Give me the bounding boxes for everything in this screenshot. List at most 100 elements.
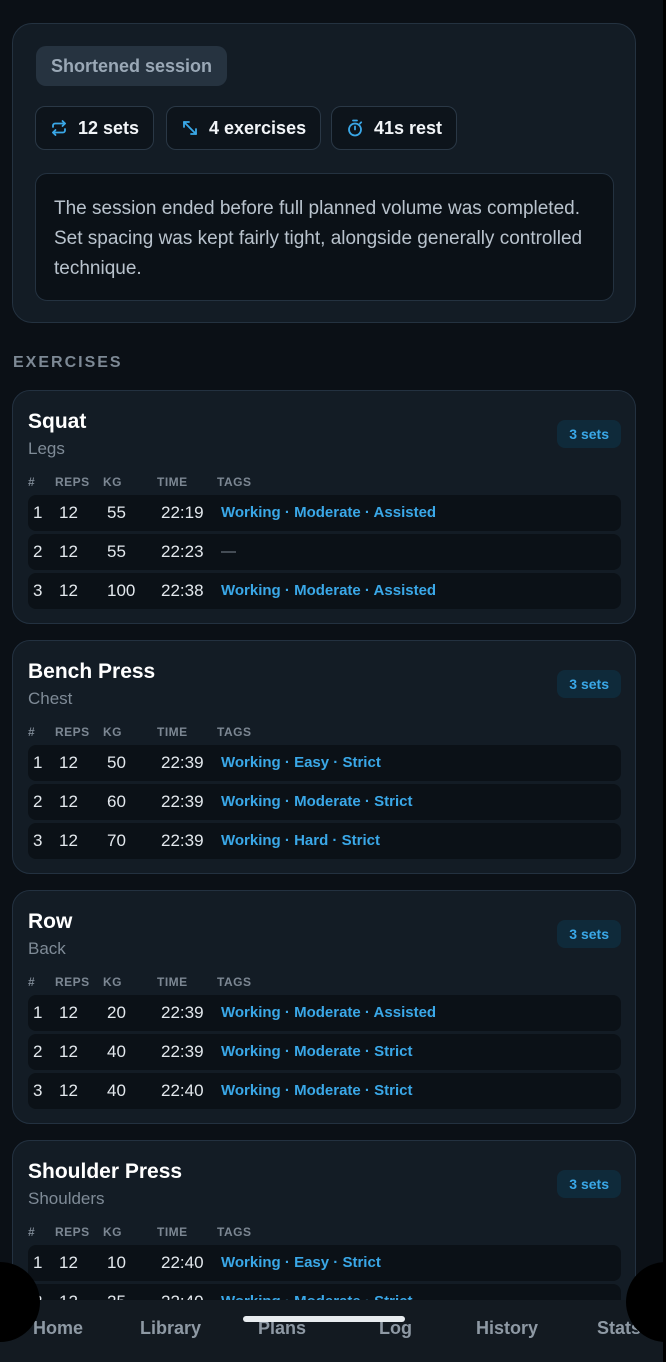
set-reps: 12 — [59, 1253, 78, 1272]
sets-stat-chip: 12 sets — [35, 106, 155, 150]
sets-stat-label: 12 sets — [78, 117, 140, 138]
set-tags: Working · Moderate · Assisted — [221, 995, 436, 1031]
set-tags: — — [221, 534, 236, 570]
set-weight: 50 — [107, 753, 126, 772]
column-header-reps: REPS — [55, 975, 90, 989]
set-reps: 12 — [59, 792, 78, 811]
set-row[interactable]: 3 12 100 22:38 Working · Moderate · Assisted — [28, 573, 621, 609]
exercise-card[interactable]: Shoulder Press Shoulders 3 sets # REPS KG TIME… — [12, 1140, 636, 1300]
nav-item-history[interactable]: History — [476, 1318, 538, 1339]
set-row[interactable]: 1 12 10 22:40 Working · Easy · Strict — [28, 1245, 621, 1281]
exercise-name: Bench Press — [28, 660, 156, 683]
column-header-time: TIME — [157, 1225, 188, 1239]
set-time: 22:40 — [161, 1253, 204, 1272]
set-number: 1 — [33, 1253, 43, 1272]
set-number: 2 — [33, 792, 43, 811]
set-tag: Moderate — [294, 1004, 361, 1021]
column-header-tags: TAGS — [217, 975, 252, 989]
set-tag: Working — [221, 1293, 281, 1300]
set-row[interactable]: 3 12 40 22:40 Working · Moderate · Strict — [28, 1073, 621, 1109]
exercise-muscle-group: Chest — [28, 689, 73, 708]
sets-count-badge: 3 sets — [557, 670, 621, 698]
tag-separator: · — [360, 504, 374, 521]
set-reps: 12 — [59, 581, 78, 600]
set-tag: Assisted — [373, 504, 437, 521]
column-header-reps: REPS — [55, 725, 90, 739]
tag-separator: · — [360, 582, 374, 599]
tag-separator: · — [360, 1004, 374, 1021]
tag-separator: · — [280, 754, 295, 771]
empty-tags: — — [221, 543, 236, 560]
nav-item-library[interactable]: Library — [140, 1318, 201, 1339]
set-tags: Working · Moderate · Strict — [221, 1284, 412, 1300]
workout-session-screen: Shortened session 12 sets 4 exercises 41… — [0, 0, 666, 1362]
column-header-time: TIME — [157, 725, 188, 739]
set-row[interactable]: 1 12 20 22:39 Working · Moderate · Assisted — [28, 995, 621, 1031]
set-row[interactable]: 3 12 70 22:39 Working · Hard · Strict — [28, 823, 621, 859]
session-scroll-area[interactable]: Shortened session 12 sets 4 exercises 41… — [0, 0, 666, 1300]
set-tags: Working · Easy · Strict — [221, 1245, 381, 1281]
sets-count-badge: 3 sets — [557, 1170, 621, 1198]
tag-separator: · — [280, 793, 295, 810]
set-row[interactable]: 2 12 60 22:39 Working · Moderate · Strict — [28, 784, 621, 820]
exercise-card[interactable]: Bench Press Chest 3 sets # REPS KG TIME TAGS 1 12… — [12, 640, 636, 874]
column-header-time: TIME — [157, 475, 188, 489]
sets-count-badge: 3 sets — [557, 920, 621, 948]
exercise-muscle-group: Legs — [28, 439, 65, 458]
set-tag: Easy — [294, 1254, 330, 1271]
column-header-kg: KG — [103, 975, 122, 989]
set-weight: 20 — [107, 1003, 126, 1022]
set-reps: 12 — [59, 542, 78, 561]
set-tags: Working · Moderate · Assisted — [221, 495, 436, 531]
exercise-card[interactable]: Squat Legs 3 sets # REPS KG TIME TAGS 1 12 55 22:19… — [12, 390, 636, 624]
exercise-name: Shoulder Press — [28, 1160, 183, 1183]
set-number: 3 — [33, 831, 43, 850]
set-tag: Assisted — [373, 1004, 437, 1021]
set-tag: Working — [221, 832, 281, 849]
set-tag: Moderate — [294, 1043, 361, 1060]
set-row[interactable]: 2122522:40Working · Moderate · Strict — [28, 1284, 621, 1300]
column-header-tags: TAGS — [217, 725, 252, 739]
set-reps: 12 — [59, 503, 78, 522]
set-tags: Working · Easy · Strict — [221, 745, 381, 781]
column-header-kg: KG — [103, 1225, 122, 1239]
set-weight: 100 — [107, 581, 136, 600]
session-summary-card: Shortened session 12 sets 4 exercises 41… — [12, 23, 636, 323]
column-header-kg: KG — [103, 475, 122, 489]
column-header-kg: KG — [103, 725, 122, 739]
set-tag: Working — [221, 1082, 281, 1099]
set-tags: Working · Moderate · Strict — [221, 1073, 412, 1109]
set-weight: 25 — [107, 1284, 126, 1300]
set-row[interactable]: 1 12 55 22:19 Working · Moderate · Assisted — [28, 495, 621, 531]
tag-separator: · — [280, 504, 295, 521]
set-tag: Working — [221, 504, 281, 521]
set-tags: Working · Moderate · Strict — [221, 1034, 412, 1070]
set-reps: 12 — [59, 831, 78, 850]
set-row[interactable]: 1 12 50 22:39 Working · Easy · Strict — [28, 745, 621, 781]
set-time: 22:39 — [161, 1003, 204, 1022]
set-tag: Moderate — [294, 582, 361, 599]
column-header-num: # — [28, 475, 36, 489]
exercise-card[interactable]: Row Back 3 sets # REPS KG TIME TAGS 1 12 20 22:39 Wo… — [12, 890, 636, 1124]
home-indicator[interactable] — [243, 1316, 405, 1322]
set-time: 22:39 — [161, 753, 204, 772]
set-tag: Moderate — [294, 1293, 361, 1300]
tag-separator: · — [280, 1082, 295, 1099]
set-tag: Assisted — [373, 582, 437, 599]
set-tag: Hard — [294, 832, 329, 849]
nav-item-home[interactable]: Home — [33, 1318, 83, 1339]
tag-separator: · — [360, 793, 375, 810]
exercise-name: Squat — [28, 410, 87, 433]
set-tag: Working — [221, 1254, 281, 1271]
set-row[interactable]: 2 12 40 22:39 Working · Moderate · Strict — [28, 1034, 621, 1070]
set-row[interactable]: 2 12 55 22:23 — — [28, 534, 621, 570]
tag-separator: · — [328, 832, 342, 849]
set-number: 1 — [33, 1003, 43, 1022]
set-tag: Working — [221, 754, 281, 771]
set-tag: Strict — [374, 1043, 413, 1060]
tag-separator: · — [361, 1293, 374, 1300]
resize-icon — [183, 121, 197, 135]
set-weight: 40 — [107, 1081, 126, 1100]
repeat-icon — [52, 120, 66, 136]
column-header-num: # — [28, 725, 36, 739]
